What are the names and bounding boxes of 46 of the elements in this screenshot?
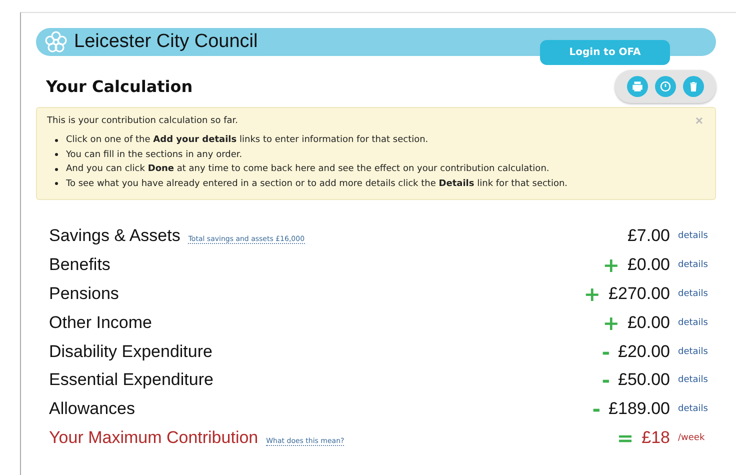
amount: £270.00 <box>608 284 670 304</box>
bullet-icon <box>55 168 58 171</box>
operator-sign: - <box>602 340 610 364</box>
page-title: Your Calculation <box>46 77 193 96</box>
amount: £20.00 <box>618 342 670 362</box>
section-label: Essential Expenditure <box>49 370 214 390</box>
section-label: Disability Expenditure <box>49 342 212 362</box>
bullet-icon <box>55 182 58 186</box>
instruction-text: Click on one of the Add your details links to enter information for that section. <box>66 134 428 147</box>
period-label: /week <box>678 432 706 443</box>
details-link[interactable]: details <box>678 288 716 299</box>
section-label: Pensions <box>49 284 119 304</box>
section-label: Allowances <box>49 399 135 420</box>
instruction-text: And you can click Done at any time to come back here and see the effect on your contribution calculation. <box>66 163 550 176</box>
details-link[interactable]: details <box>678 375 716 386</box>
bullet-icon <box>55 138 58 142</box>
trash-icon[interactable] <box>683 76 704 97</box>
instruction-text: You can fill in the sections in any order. <box>66 148 242 162</box>
details-link[interactable]: details <box>678 404 716 414</box>
amount: £0.00 <box>627 312 670 333</box>
operator-sign: = <box>616 426 634 450</box>
section-label: Other Income <box>49 312 152 333</box>
bullet-icon <box>55 153 58 156</box>
instruction-text: To see what you have already entered in a section or to add more details click the Details link for that section. <box>66 178 568 190</box>
details-link[interactable]: details <box>678 231 716 242</box>
amount: £7.00 <box>627 226 670 246</box>
details-link[interactable]: details <box>678 346 716 357</box>
amount: £18 <box>642 428 670 448</box>
details-link[interactable]: details <box>678 318 716 328</box>
clock-icon[interactable] <box>655 76 676 97</box>
council-name: Leicester City Council <box>74 31 258 53</box>
operator-sign: - <box>602 368 610 392</box>
notice-intro: This is your contribution calculation so far. <box>47 116 238 126</box>
print-icon[interactable] <box>627 76 648 97</box>
amount: £0.00 <box>627 255 670 276</box>
amount: £189.00 <box>608 399 670 420</box>
flower-logo-icon <box>44 30 68 54</box>
amount: £50.00 <box>618 370 670 390</box>
operator-sign: + <box>584 282 601 306</box>
operator-sign: + <box>602 310 620 335</box>
details-link[interactable]: details <box>678 260 716 270</box>
total-label: Your Maximum Contribution <box>49 428 258 448</box>
operator-sign: + <box>602 253 620 278</box>
section-label: Benefits <box>49 255 110 276</box>
operator-sign: - <box>592 397 601 422</box>
section-label: Savings & Assets <box>49 226 180 246</box>
